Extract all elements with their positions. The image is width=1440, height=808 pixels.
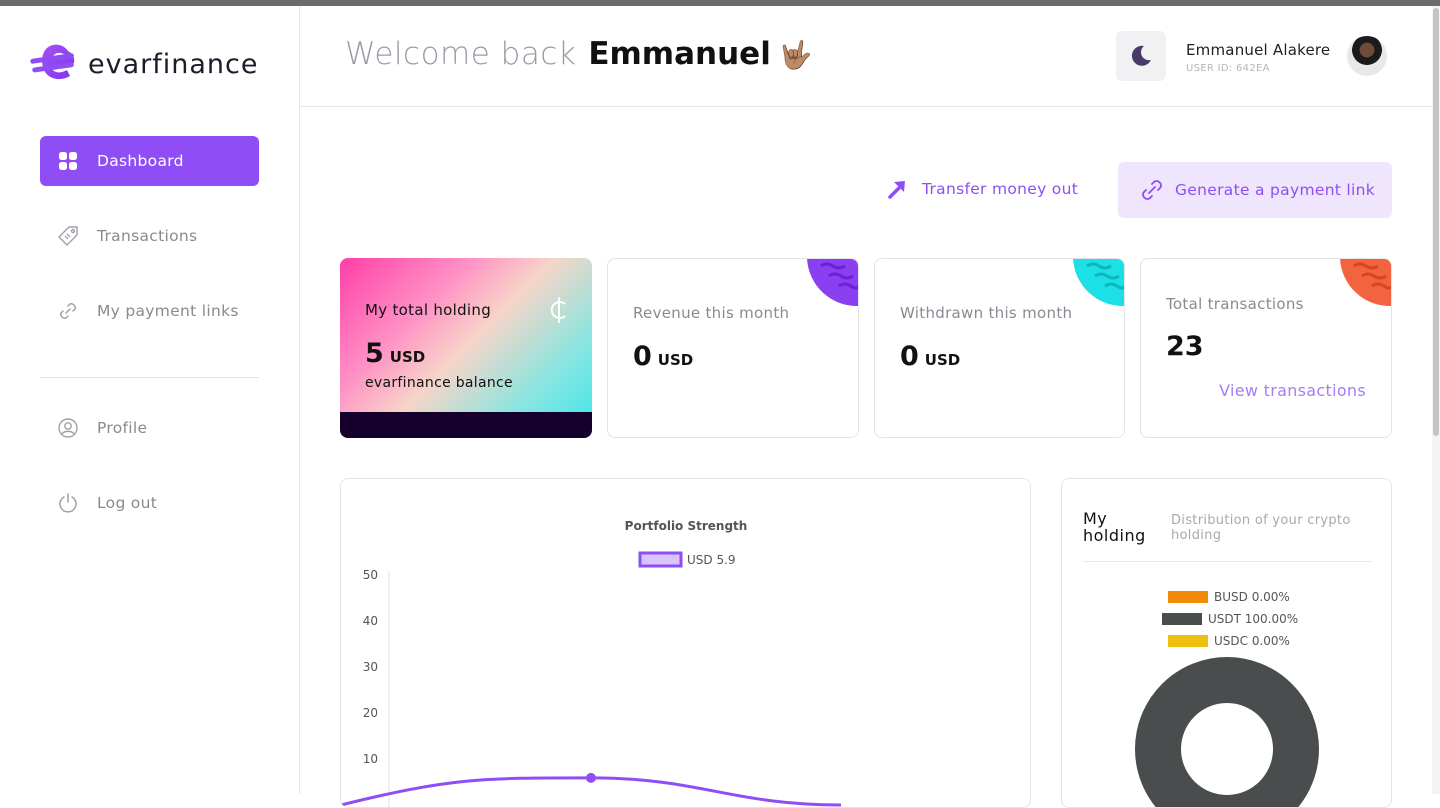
data-point[interactable] [586, 772, 596, 783]
user-id: USER ID: 642EA [1186, 63, 1270, 74]
sidebar: evarfinance Dashboard Transactions My pa… [0, 6, 300, 794]
chart-title: Portfolio Strength [625, 519, 748, 533]
card-bottom-band [340, 412, 592, 438]
user-name: Emmanuel Alakere [1186, 41, 1331, 59]
portfolio-chart-panel: Portfolio Strength USD 5.9 50 40 30 20 10 [340, 478, 1031, 808]
link-icon [1142, 180, 1162, 200]
y-tick-label: 30 [363, 660, 378, 674]
portfolio-line-chart: Portfolio Strength USD 5.9 50 40 30 20 10 [341, 519, 842, 807]
power-icon [57, 492, 79, 514]
sidebar-divider [40, 377, 259, 378]
total-holding-title: My total holding [365, 301, 492, 319]
legend-label-busd: BUSD 0.00% [1214, 590, 1290, 604]
legend-swatch-usdt[interactable] [1162, 613, 1202, 625]
revenue-amount: 0 [633, 341, 652, 372]
legend-swatch-busd[interactable] [1168, 591, 1208, 603]
transfer-money-out-label: Transfer money out [922, 180, 1079, 198]
total-holding-unit: USD [389, 348, 426, 366]
my-holding-subtitle: Distribution of your crypto holding [1171, 513, 1351, 543]
sidebar-item-dashboard[interactable]: Dashboard [40, 136, 259, 186]
legend-label-usdt: USDT 100.00% [1208, 612, 1298, 626]
sidebar-item-payment-links[interactable]: My payment links [40, 286, 259, 336]
total-holding-card: My total holding 5 USD evarfinance balanc… [340, 258, 592, 438]
scrollbar-thumb[interactable] [1433, 8, 1439, 436]
welcome-name: Emmanuel [588, 36, 771, 72]
withdrawn-value: 0 USD [900, 341, 960, 372]
welcome-heading: Welcome back Emmanuel 🤟🏽 [345, 36, 812, 72]
legend-label-usdc: USDC 0.00% [1214, 634, 1290, 648]
y-tick-label: 40 [363, 614, 378, 628]
corner-decoration [807, 259, 858, 306]
moon-icon [1131, 45, 1151, 66]
theme-toggle-button[interactable] [1116, 31, 1166, 81]
corner-decoration [1340, 259, 1391, 306]
tag-icon [57, 225, 79, 247]
top-header: Welcome back Emmanuel 🤟🏽 Emmanuel Alaker… [300, 6, 1432, 107]
withdrawn-card: Withdrawn this month 0 USD [874, 258, 1125, 438]
avatar[interactable] [1347, 36, 1387, 76]
total-holding-value: 5 USD [365, 338, 425, 369]
withdrawn-amount: 0 [900, 341, 919, 372]
sidebar-item-label: Log out [97, 494, 158, 512]
currency-icon [550, 297, 566, 323]
grid-icon [57, 150, 79, 172]
view-transactions-link[interactable]: View transactions [1219, 381, 1366, 400]
legend-swatch-usdc[interactable] [1168, 635, 1208, 647]
legend-label: USD 5.9 [687, 553, 736, 567]
evarfinance-logo-icon [30, 44, 75, 80]
corner-decoration [1073, 259, 1124, 306]
y-tick-label: 20 [363, 706, 378, 720]
y-tick-label: 10 [363, 752, 378, 766]
total-transactions-title: Total transactions [1166, 295, 1304, 313]
revenue-value: 0 USD [633, 341, 693, 372]
arrow-up-right-icon [888, 181, 905, 199]
link-icon [57, 300, 79, 322]
total-holding-subtitle: evarfinance balance [365, 375, 513, 391]
brand-logo[interactable]: evarfinance [30, 39, 258, 87]
revenue-unit: USD [657, 351, 694, 369]
hand-emoji-icon: 🤟🏽 [778, 40, 813, 71]
sidebar-item-profile[interactable]: Profile [40, 403, 259, 453]
donut-slice-usdt[interactable] [1135, 657, 1319, 808]
my-holding-title: My holding [1083, 509, 1146, 545]
brand-name: evarfinance [88, 48, 259, 80]
y-tick-label: 50 [363, 568, 378, 582]
revenue-card: Revenue this month 0 USD [607, 258, 859, 438]
sidebar-item-label: Profile [97, 419, 148, 437]
generate-payment-link-label: Generate a payment link [1175, 181, 1376, 199]
welcome-greeting: Welcome back [345, 36, 577, 72]
panel-divider [1083, 561, 1372, 562]
revenue-title: Revenue this month [633, 304, 790, 322]
sidebar-item-logout[interactable]: Log out [40, 478, 259, 528]
total-transactions-value: 23 [1166, 331, 1204, 362]
withdrawn-unit: USD [924, 351, 961, 369]
sidebar-item-transactions[interactable]: Transactions [40, 211, 259, 261]
user-circle-icon [57, 417, 79, 439]
sidebar-item-label: Transactions [97, 227, 198, 245]
transfer-money-out-button[interactable]: Transfer money out [886, 174, 1078, 204]
withdrawn-title: Withdrawn this month [900, 304, 1073, 322]
sidebar-item-label: My payment links [97, 302, 239, 320]
y-axis-ticks: 50 40 30 20 10 [363, 568, 378, 766]
generate-payment-link-button[interactable]: Generate a payment link [1118, 162, 1392, 218]
sidebar-item-label: Dashboard [97, 152, 184, 170]
my-holding-panel: My holding Distribution of your crypto h… [1061, 478, 1392, 808]
legend-swatch[interactable] [638, 551, 683, 568]
total-transactions-card: Total transactions 23 View transactions [1140, 258, 1392, 438]
total-holding-amount: 5 [365, 338, 384, 369]
